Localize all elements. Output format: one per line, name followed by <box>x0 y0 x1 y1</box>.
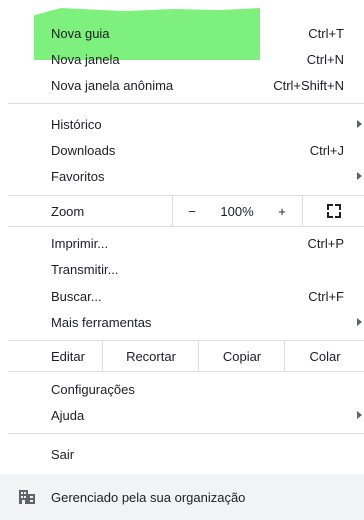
menu-separator <box>8 433 364 434</box>
zoom-value: 100% <box>220 203 254 219</box>
menu-item-label: Configurações <box>51 381 135 397</box>
minus-icon: − <box>188 203 196 219</box>
menu-item-label: Favoritos <box>51 168 105 184</box>
menu-separator <box>8 226 364 227</box>
menu-item-shortcut: Ctrl+J <box>309 142 344 158</box>
menu-item-shortcut: Ctrl+N <box>306 51 344 67</box>
menu-item-print[interactable]: Imprimir... Ctrl+P <box>0 230 364 256</box>
submenu-arrow-icon <box>357 172 362 180</box>
fullscreen-icon <box>327 204 341 218</box>
paste-label: Colar <box>309 348 341 364</box>
menu-item-shortcut: Ctrl+P <box>307 235 344 251</box>
menu-item-downloads[interactable]: Downloads Ctrl+J <box>0 137 364 163</box>
menu-item-label: Nova janela <box>51 51 120 67</box>
menu-item-shortcut: Ctrl+Shift+N <box>273 77 344 93</box>
zoom-label: Zoom <box>51 203 85 219</box>
menu-item-history[interactable]: Histórico <box>0 111 364 137</box>
menu-item-shortcut: Ctrl+T <box>308 25 344 41</box>
menu-item-label: Downloads <box>51 142 116 158</box>
edit-row: Editar Recortar Copiar Colar <box>8 341 364 371</box>
menu-item-label: Nova guia <box>51 25 110 41</box>
menu-item-find[interactable]: Buscar... Ctrl+F <box>0 283 364 309</box>
copy-button[interactable]: Copiar <box>198 341 285 371</box>
cut-label: Recortar <box>126 348 176 364</box>
menu-item-settings[interactable]: Configurações <box>0 376 364 402</box>
paste-button[interactable]: Colar <box>284 341 364 371</box>
menu-item-more-tools[interactable]: Mais ferramentas <box>0 309 364 335</box>
menu-item-label: Imprimir... <box>51 235 109 251</box>
cut-button[interactable]: Recortar <box>102 341 199 371</box>
building-icon <box>19 490 35 504</box>
zoom-row: Zoom − 100% + <box>8 196 364 226</box>
copy-label: Copiar <box>222 348 262 364</box>
submenu-arrow-icon <box>357 411 362 419</box>
menu-item-label: Buscar... <box>51 288 102 304</box>
fullscreen-button[interactable] <box>302 196 364 226</box>
menu-item-label: Sair <box>51 446 75 462</box>
zoom-out-button[interactable]: − <box>172 196 211 226</box>
zoom-in-button[interactable]: + <box>263 196 301 226</box>
managed-by-organization[interactable]: Gerenciado pela sua organização <box>0 474 364 520</box>
plus-icon: + <box>278 203 286 219</box>
menu-item-label: Transmitir... <box>51 261 119 277</box>
menu-item-label: Mais ferramentas <box>51 314 152 330</box>
menu-item-shortcut: Ctrl+F <box>308 288 344 304</box>
edit-label: Editar <box>51 348 85 364</box>
menu-item-label: Ajuda <box>51 407 85 423</box>
menu-separator <box>8 371 364 372</box>
submenu-arrow-icon <box>357 318 362 326</box>
menu-separator <box>8 103 364 104</box>
submenu-arrow-icon <box>357 120 362 128</box>
menu-item-label: Histórico <box>51 116 102 132</box>
menu-item-exit[interactable]: Sair <box>0 441 364 467</box>
chrome-app-menu: Nova guia Ctrl+T Nova janela Ctrl+N Nova… <box>0 0 364 520</box>
menu-item-cast[interactable]: Transmitir... <box>0 256 364 282</box>
menu-item-new-window[interactable]: Nova janela Ctrl+N <box>0 46 364 72</box>
menu-item-label: Nova janela anônima <box>51 77 174 93</box>
menu-item-bookmarks[interactable]: Favoritos <box>0 163 364 189</box>
footer-label: Gerenciado pela sua organização <box>51 489 246 505</box>
zoom-level: 100% <box>211 196 263 226</box>
menu-item-help[interactable]: Ajuda <box>0 402 364 428</box>
menu-item-new-incognito-window[interactable]: Nova janela anônima Ctrl+Shift+N <box>0 72 364 98</box>
menu-item-new-tab[interactable]: Nova guia Ctrl+T <box>0 20 364 46</box>
